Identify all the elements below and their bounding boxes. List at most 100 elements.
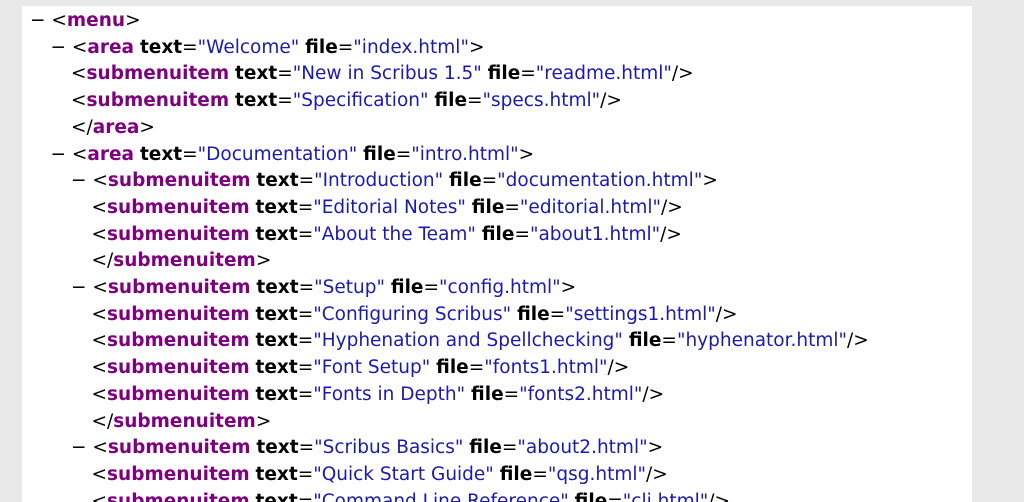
attribute-name: file	[390, 277, 424, 298]
equals: =	[337, 36, 354, 58]
attribute-name: text	[256, 277, 299, 298]
tag-bracket: <	[51, 10, 67, 31]
attribute-value: "Hyphenation and Spellchecking"	[313, 330, 623, 352]
attribute-name: text	[255, 357, 298, 379]
tag-name: submenuitem	[107, 223, 250, 245]
equals: =	[298, 437, 315, 459]
xml-line: <submenuitem text="Command Line Referenc…	[92, 489, 731, 502]
tag-bracket: >	[139, 116, 155, 138]
attribute-name: text	[255, 490, 298, 502]
tag-bracket: />	[661, 196, 683, 218]
attribute-value: "Specification"	[292, 90, 429, 112]
equals: =	[297, 223, 314, 245]
tag-bracket: <	[71, 63, 87, 85]
collapse-toggle-icon[interactable]: −	[30, 10, 51, 31]
attribute-name: file	[499, 463, 533, 485]
attribute-name: file	[471, 196, 505, 218]
attribute-name: file	[481, 223, 515, 245]
tag-bracket: <	[91, 490, 108, 502]
tag-bracket: </	[71, 116, 93, 138]
tag-bracket: <	[92, 170, 108, 192]
tag-bracket: <	[91, 383, 108, 405]
tag-name: submenuitem	[107, 463, 250, 485]
attribute-value: "cli.html"	[622, 490, 709, 502]
collapse-toggle-icon[interactable]: −	[71, 170, 92, 191]
tag-bracket: />	[600, 90, 622, 112]
equals: =	[395, 143, 412, 165]
xml-line: − <area text="Documentation" file="intro…	[51, 142, 535, 169]
collapse-toggle-icon[interactable]: −	[51, 37, 72, 58]
tag-name: submenuitem	[107, 170, 251, 192]
attribute-name: file	[305, 36, 338, 58]
attribute-name: file	[434, 90, 467, 112]
attribute-value: "specs.html"	[482, 90, 601, 112]
equals: =	[297, 490, 314, 502]
attribute-value: "intro.html"	[411, 143, 519, 165]
xml-line: − <menu>	[30, 8, 141, 35]
xml-line: </area>	[71, 115, 155, 142]
tag-bracket: />	[642, 383, 665, 405]
equals: =	[297, 357, 314, 379]
attribute-value: "Setup"	[314, 277, 385, 298]
attribute-name: text	[255, 196, 298, 218]
attribute-value: "index.html"	[353, 36, 469, 58]
attribute-name: text	[255, 383, 298, 405]
attribute-value: "fonts1.html"	[484, 357, 608, 379]
attribute-name: file	[487, 63, 521, 85]
equals: =	[297, 303, 314, 325]
xml-line: <submenuitem text="New in Scribus 1.5" f…	[71, 61, 694, 88]
equals: =	[661, 330, 677, 352]
tag-bracket: />	[715, 303, 738, 325]
attribute-name: file	[469, 437, 502, 459]
tag-bracket: >	[702, 170, 718, 192]
tag-bracket: <	[92, 437, 108, 459]
tag-bracket: >	[518, 143, 535, 165]
attribute-name: text	[256, 170, 299, 192]
attribute-name: text	[255, 223, 298, 245]
collapse-toggle-icon[interactable]: −	[71, 437, 92, 458]
tag-bracket: >	[560, 277, 577, 298]
tag-name: submenuitem	[113, 410, 256, 432]
xml-line: <submenuitem text="Hyphenation and Spell…	[92, 328, 869, 355]
attribute-name: file	[517, 303, 550, 325]
equals: =	[503, 383, 520, 405]
tag-bracket: />	[708, 490, 731, 502]
tag-name: submenuitem	[107, 196, 250, 218]
tag-name: area	[87, 143, 135, 165]
tag-bracket: <	[91, 357, 108, 379]
tag-bracket: <	[91, 196, 108, 218]
tag-name: submenuitem	[107, 357, 250, 379]
attribute-name: file	[471, 383, 504, 405]
tag-name: submenuitem	[113, 250, 256, 272]
tag-bracket: <	[91, 330, 108, 352]
equals: =	[520, 63, 536, 85]
equals: =	[182, 143, 198, 165]
attribute-value: "about2.html"	[517, 437, 648, 459]
tag-bracket: <	[92, 277, 108, 298]
attribute-value: "about1.html"	[529, 223, 661, 245]
tag-bracket: >	[647, 437, 664, 459]
attribute-value: "qsg.html"	[547, 463, 647, 485]
collapse-toggle-icon[interactable]: −	[51, 144, 72, 165]
attribute-value: "Welcome"	[197, 36, 300, 58]
xml-viewer: − <menu> − <area text="Welcome" file="ind…	[22, 6, 972, 502]
equals: =	[298, 277, 315, 298]
attribute-value: "Editorial Notes"	[313, 196, 466, 218]
equals: =	[549, 303, 566, 325]
attribute-value: "Font Setup"	[313, 357, 431, 379]
equals: =	[481, 170, 498, 192]
equals: =	[423, 277, 439, 298]
xml-line: </submenuitem>	[92, 409, 272, 436]
attribute-value: "Quick Start Guide"	[313, 463, 494, 485]
tag-bracket: />	[847, 330, 869, 352]
attribute-value: "fonts2.html"	[519, 383, 643, 405]
attribute-value: "config.html"	[438, 277, 561, 298]
attribute-name: text	[255, 330, 298, 352]
attribute-name: file	[449, 170, 482, 192]
attribute-value: "Fonts in Depth"	[313, 383, 466, 405]
attribute-name: text	[139, 143, 183, 165]
collapse-toggle-icon[interactable]: −	[71, 277, 92, 298]
tag-name: submenuitem	[86, 90, 230, 112]
tag-name: submenuitem	[107, 437, 251, 459]
attribute-value: "hyphenator.html"	[676, 330, 848, 352]
